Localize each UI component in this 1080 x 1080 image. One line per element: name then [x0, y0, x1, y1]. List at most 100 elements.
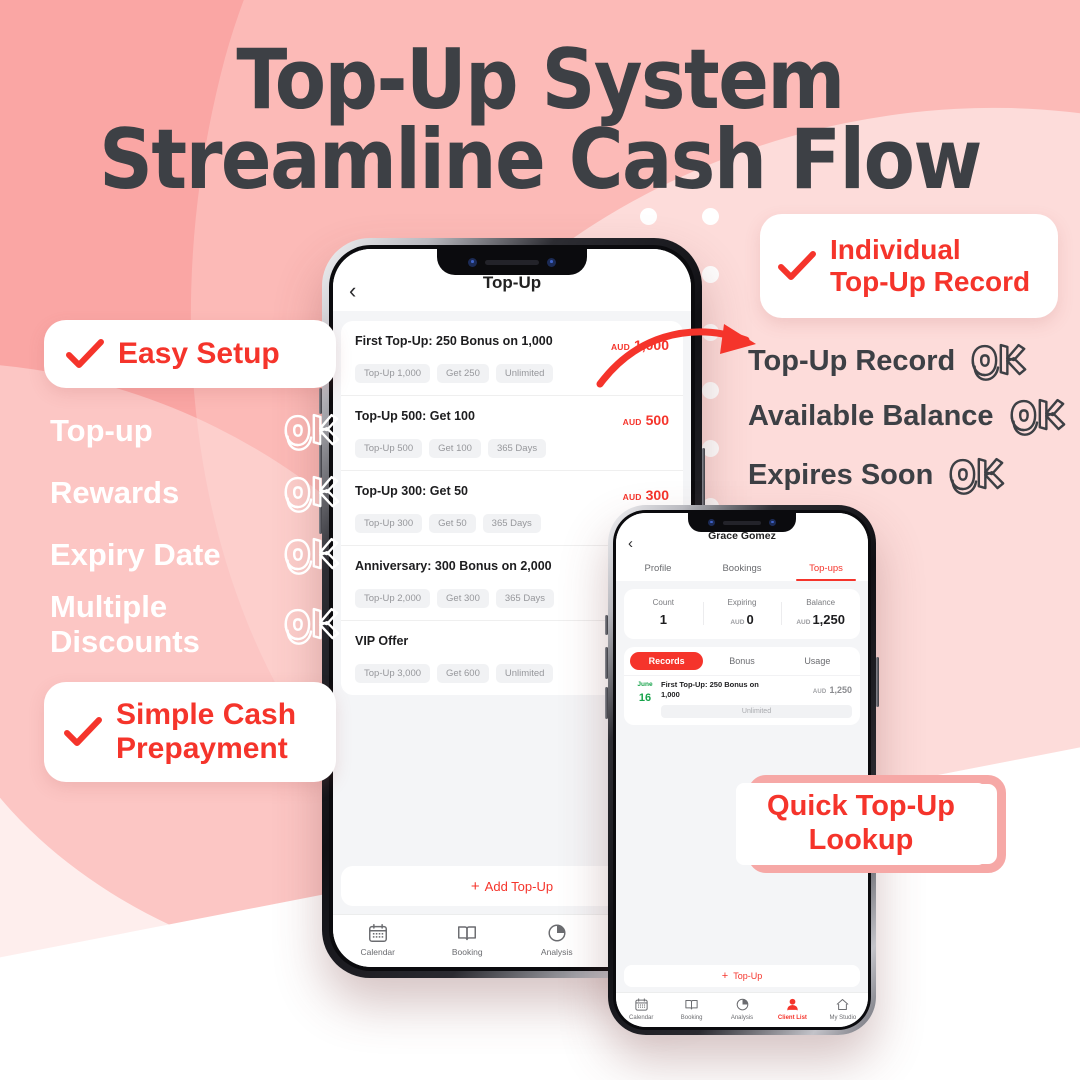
- feature-row-topup-record: Top-Up Record: [748, 338, 1027, 384]
- tab-calendar[interactable]: Calendar: [616, 997, 666, 1021]
- phone-notch: [437, 249, 587, 275]
- home-icon: [837, 999, 849, 1010]
- tab-label: Analysis: [540, 947, 573, 957]
- segment-bonus[interactable]: Bonus: [705, 652, 778, 670]
- topup-tag: Top-Up 1,000: [355, 364, 431, 383]
- records-card: Records Bonus Usage June 16 First Top-Up: 25…: [624, 647, 860, 726]
- power-button[interactable]: [876, 657, 879, 707]
- feature-row-topup: Top-up: [50, 408, 340, 454]
- stat-value-wrap: AUD 0: [730, 611, 753, 628]
- record-title: First Top-Up: 250 Bonus on 1,000: [661, 680, 759, 700]
- front-camera-icon: [468, 257, 477, 267]
- plus-icon: +: [470, 877, 480, 895]
- stat-value: 1,250: [812, 612, 845, 627]
- currency-label: AUD: [796, 619, 811, 626]
- title-line-2: Streamline Cash Flow: [99, 110, 982, 208]
- feature-label: Top-Up Record: [748, 344, 956, 377]
- app-title: Top-Up: [482, 273, 542, 292]
- tab-booking[interactable]: Booking: [666, 997, 716, 1021]
- back-icon[interactable]: ‹: [628, 536, 633, 551]
- callout-quick-lookup-label: Quick Top-Up Lookup: [767, 790, 955, 857]
- callout-individual-line2: Top-Up Record: [830, 266, 1031, 297]
- poster-canvas: Top-Up System Streamline Cash Flow ‹ Top…: [0, 0, 1080, 1080]
- topup-tag: 365 Days: [487, 439, 547, 458]
- callout-simple-cash-line1: Simple Cash: [116, 698, 297, 732]
- tab-analysis[interactable]: Analysis: [512, 922, 602, 957]
- feature-row-expires-soon: Expires Soon: [748, 452, 1005, 498]
- topup-price: AUD 300: [623, 483, 669, 505]
- phone-mockup-client-topups: ‹ Grace Gomez Profile Bookings Top-ups Cou…: [605, 505, 879, 1035]
- topup-tag: Get 100: [429, 439, 481, 458]
- segment-records[interactable]: Records: [630, 652, 704, 670]
- phone-screen: ‹ Grace Gomez Profile Bookings Top-ups Cou…: [616, 513, 868, 1027]
- topup-tag: Top-Up 2,000: [355, 589, 431, 608]
- phone-bezel: ‹ Grace Gomez Profile Bookings Top-ups Cou…: [613, 510, 871, 1030]
- bottom-tabbar[interactable]: Calendar Booking Analysis Client List My Stu…: [616, 992, 868, 1027]
- check-icon: [778, 251, 816, 280]
- topup-tag: Top-Up 500: [355, 439, 423, 458]
- pie-chart-icon: [548, 924, 566, 942]
- earpiece-speaker: [485, 259, 539, 265]
- calendar-icon: [635, 998, 648, 1011]
- check-icon: [64, 717, 102, 746]
- stat-value-wrap: 1: [660, 611, 667, 628]
- quick-lookup-line1: Quick Top-Up: [767, 790, 955, 823]
- check-icon: [66, 339, 104, 368]
- stat-count: Count 1: [624, 598, 703, 629]
- book-icon: [458, 926, 477, 941]
- topup-tag: 365 Days: [482, 514, 541, 533]
- topup-row-header: Top-Up 500: Get 100 AUD 500: [355, 408, 669, 430]
- client-detail-tabs[interactable]: Profile Bookings Top-ups: [616, 557, 868, 581]
- callout-simple-cash-line2: Prepayment: [116, 732, 288, 765]
- tab-calendar[interactable]: Calendar: [333, 922, 423, 957]
- volume-down-button[interactable]: [605, 687, 608, 719]
- feature-label-line1: Multiple: [50, 589, 168, 624]
- tab-top-ups[interactable]: Top-ups: [784, 557, 868, 581]
- back-icon[interactable]: ‹: [349, 280, 356, 302]
- feature-row-rewards: Rewards: [50, 470, 340, 516]
- topup-tag: Get 300: [437, 589, 489, 608]
- feature-label: Multiple Discounts: [50, 589, 282, 659]
- record-header: First Top-Up: 250 Bonus on 1,000 AUD 1,250: [661, 680, 852, 700]
- ok-sticker-icon: [969, 338, 1027, 384]
- mute-switch[interactable]: [605, 615, 608, 635]
- calendar-icon: [368, 924, 387, 942]
- callout-easy-setup-label: Easy Setup: [118, 337, 280, 371]
- topup-row[interactable]: Top-Up 500: Get 100 AUD 500 Top-Up 500 Get 1…: [341, 396, 683, 471]
- tab-client-list[interactable]: Client List: [767, 997, 817, 1021]
- tab-bookings[interactable]: Bookings: [700, 557, 784, 581]
- feature-row-multiple-discounts: Multiple Discounts: [50, 589, 340, 659]
- tab-profile[interactable]: Profile: [616, 557, 700, 581]
- currency-label: AUD: [812, 689, 827, 695]
- quick-lookup-line2: Lookup: [808, 824, 914, 856]
- topup-price: AUD 500: [623, 408, 669, 430]
- topup-tag: Unlimited: [495, 664, 554, 683]
- callout-individual-topup-record: Individual Top-Up Record: [760, 214, 1058, 318]
- records-segmented-control[interactable]: Records Bonus Usage: [624, 647, 860, 675]
- ok-sticker-icon: [947, 452, 1005, 498]
- record-date: June 16: [632, 680, 658, 718]
- page-title: Top-Up System Streamline Cash Flow: [0, 38, 1080, 208]
- face-id-sensor-icon: [769, 519, 776, 526]
- volume-up-button[interactable]: [605, 647, 608, 679]
- topup-tag: Top-Up 3,000: [355, 664, 431, 683]
- segment-usage[interactable]: Usage: [781, 652, 854, 670]
- record-amount: AUD 1,250: [813, 680, 852, 698]
- record-row[interactable]: June 16 First Top-Up: 250 Bonus on 1,000 AU…: [624, 675, 860, 725]
- currency-label: AUD: [622, 417, 642, 427]
- dot: [702, 266, 719, 283]
- topup-tag: Get 600: [437, 664, 489, 683]
- topup-name: First Top-Up: 250 Bonus on 1,000: [355, 334, 553, 348]
- add-topup-button[interactable]: + Top-Up: [624, 965, 860, 987]
- tab-booking[interactable]: Booking: [423, 922, 513, 957]
- record-body: First Top-Up: 250 Bonus on 1,000 AUD 1,250…: [658, 680, 852, 719]
- topup-row-header: Top-Up 300: Get 50 AUD 300: [355, 483, 669, 505]
- tab-my-studio[interactable]: My Studio: [818, 997, 868, 1021]
- amount-value: 300: [645, 487, 669, 503]
- tab-analysis[interactable]: Analysis: [717, 997, 767, 1021]
- record-tag: Unlimited: [661, 705, 852, 719]
- currency-label: AUD: [622, 492, 642, 502]
- topup-tag: 365 Days: [495, 589, 554, 608]
- stat-value-wrap: AUD 1,250: [796, 611, 845, 628]
- feature-row-expiry-date: Expiry Date: [50, 532, 340, 578]
